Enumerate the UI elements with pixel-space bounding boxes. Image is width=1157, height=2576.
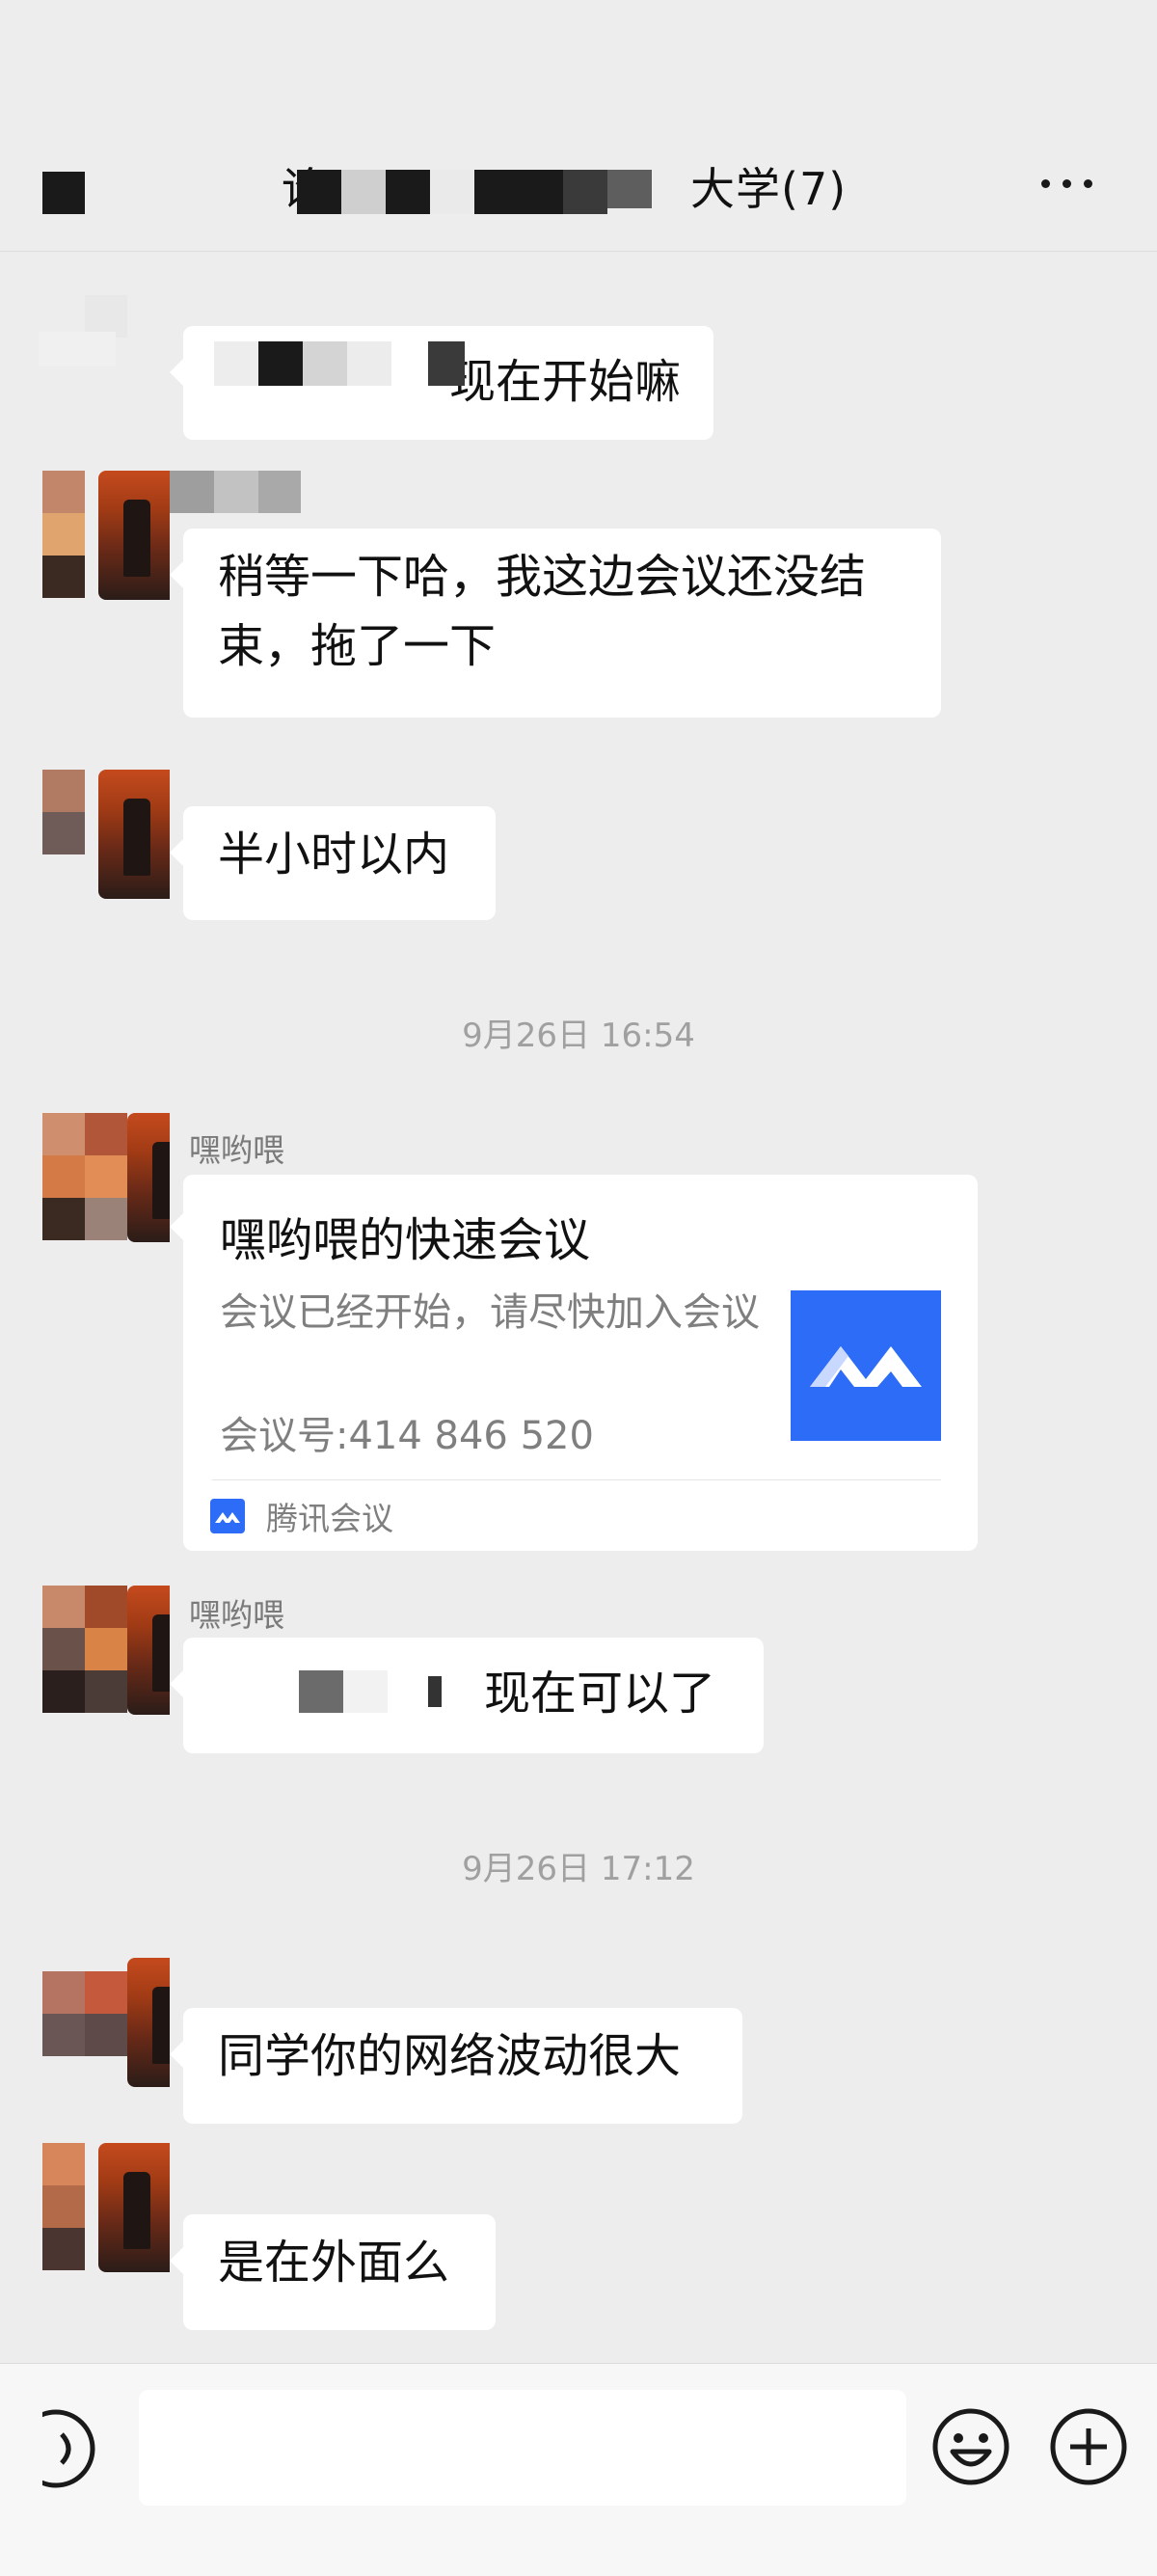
card-description: 会议已经开始，请尽快加入会议	[220, 1290, 760, 1335]
message-bubble-7[interactable]: 是在外面么	[170, 2214, 496, 2330]
sender-name-censored	[170, 471, 301, 513]
sender-name: 嘿哟喂	[189, 1596, 284, 1634]
emoji-icon[interactable]	[931, 2407, 1010, 2486]
meeting-number: 会议号:414 846 520	[220, 1414, 594, 1458]
tencent-meeting-logo-icon	[791, 1290, 941, 1441]
more-dots-icon[interactable]	[1041, 174, 1109, 193]
avatar[interactable]	[42, 1586, 170, 1715]
avatar[interactable]	[42, 1113, 170, 1242]
message-censor-mosaic	[214, 341, 465, 386]
chat-header: 论 大学(7)	[0, 0, 1157, 252]
message-text: 现在可以了	[484, 1667, 716, 1721]
card-source-label: 腾讯会议	[266, 1500, 393, 1537]
title-censor-mosaic	[297, 170, 652, 214]
avatar-censored	[39, 295, 131, 366]
message-bubble-6[interactable]: 同学你的网络波动很大	[170, 2008, 742, 2124]
message-input[interactable]	[139, 2390, 906, 2506]
card-divider	[212, 1479, 941, 1480]
message-bubble-3[interactable]: 半小时以内	[170, 806, 496, 920]
message-text: 现在开始嘛	[449, 355, 682, 409]
voice-icon[interactable]	[42, 2405, 106, 2492]
message-bubble-5[interactable]: 现在可以了	[170, 1638, 764, 1753]
avatar[interactable]	[42, 471, 170, 600]
sender-name: 嘿哟喂	[189, 1131, 284, 1169]
avatar[interactable]	[42, 2143, 170, 2272]
timestamp: 9月26日 17:12	[462, 1850, 695, 1888]
meeting-card[interactable]: 嘿哟喂的快速会议 会议已经开始，请尽快加入会议 会议号:414 846 520 …	[170, 1175, 978, 1551]
tencent-meeting-icon	[210, 1499, 245, 1533]
back-arrow-icon[interactable]	[42, 172, 85, 214]
message-censor-mosaic	[299, 1670, 453, 1713]
message-text: 是在外面么	[218, 2236, 450, 2290]
timestamp: 9月26日 16:54	[462, 1017, 695, 1055]
avatar[interactable]	[42, 1958, 170, 2087]
avatar[interactable]	[42, 770, 170, 899]
card-title: 嘿哟喂的快速会议	[220, 1213, 591, 1267]
message-text: 半小时以内	[218, 827, 450, 881]
message-text: 稍等一下哈，我这边会议还没结束，拖了一下	[218, 550, 867, 673]
message-bubble-2[interactable]: 稍等一下哈，我这边会议还没结束，拖了一下	[170, 529, 941, 718]
plus-icon[interactable]	[1049, 2407, 1128, 2486]
message-text: 同学你的网络波动很大	[218, 2029, 682, 2083]
